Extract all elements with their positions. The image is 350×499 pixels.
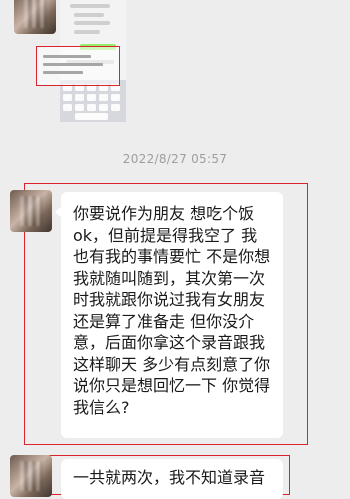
image-highlight-box xyxy=(36,46,120,86)
contact-avatar[interactable] xyxy=(10,190,52,232)
text-message[interactable]: 你要说作为朋友 想吃个饭ok，但前提是得我空了 我也有我的事情要忙 不是你想我就… xyxy=(55,192,283,438)
text-message[interactable]: 一共就两次，我不知道录音 xyxy=(61,459,283,499)
contact-avatar[interactable] xyxy=(14,0,56,34)
message-text: 你要说作为朋友 想吃个饭ok，但前提是得我空了 我也有我的事情要忙 不是你想我就… xyxy=(73,204,271,417)
image-keyboard xyxy=(60,80,126,122)
contact-avatar[interactable] xyxy=(10,455,52,497)
message-timestamp: 2022/8/27 05:57 xyxy=(122,152,228,166)
message-text: 一共就两次，我不知道录音 xyxy=(73,468,266,487)
